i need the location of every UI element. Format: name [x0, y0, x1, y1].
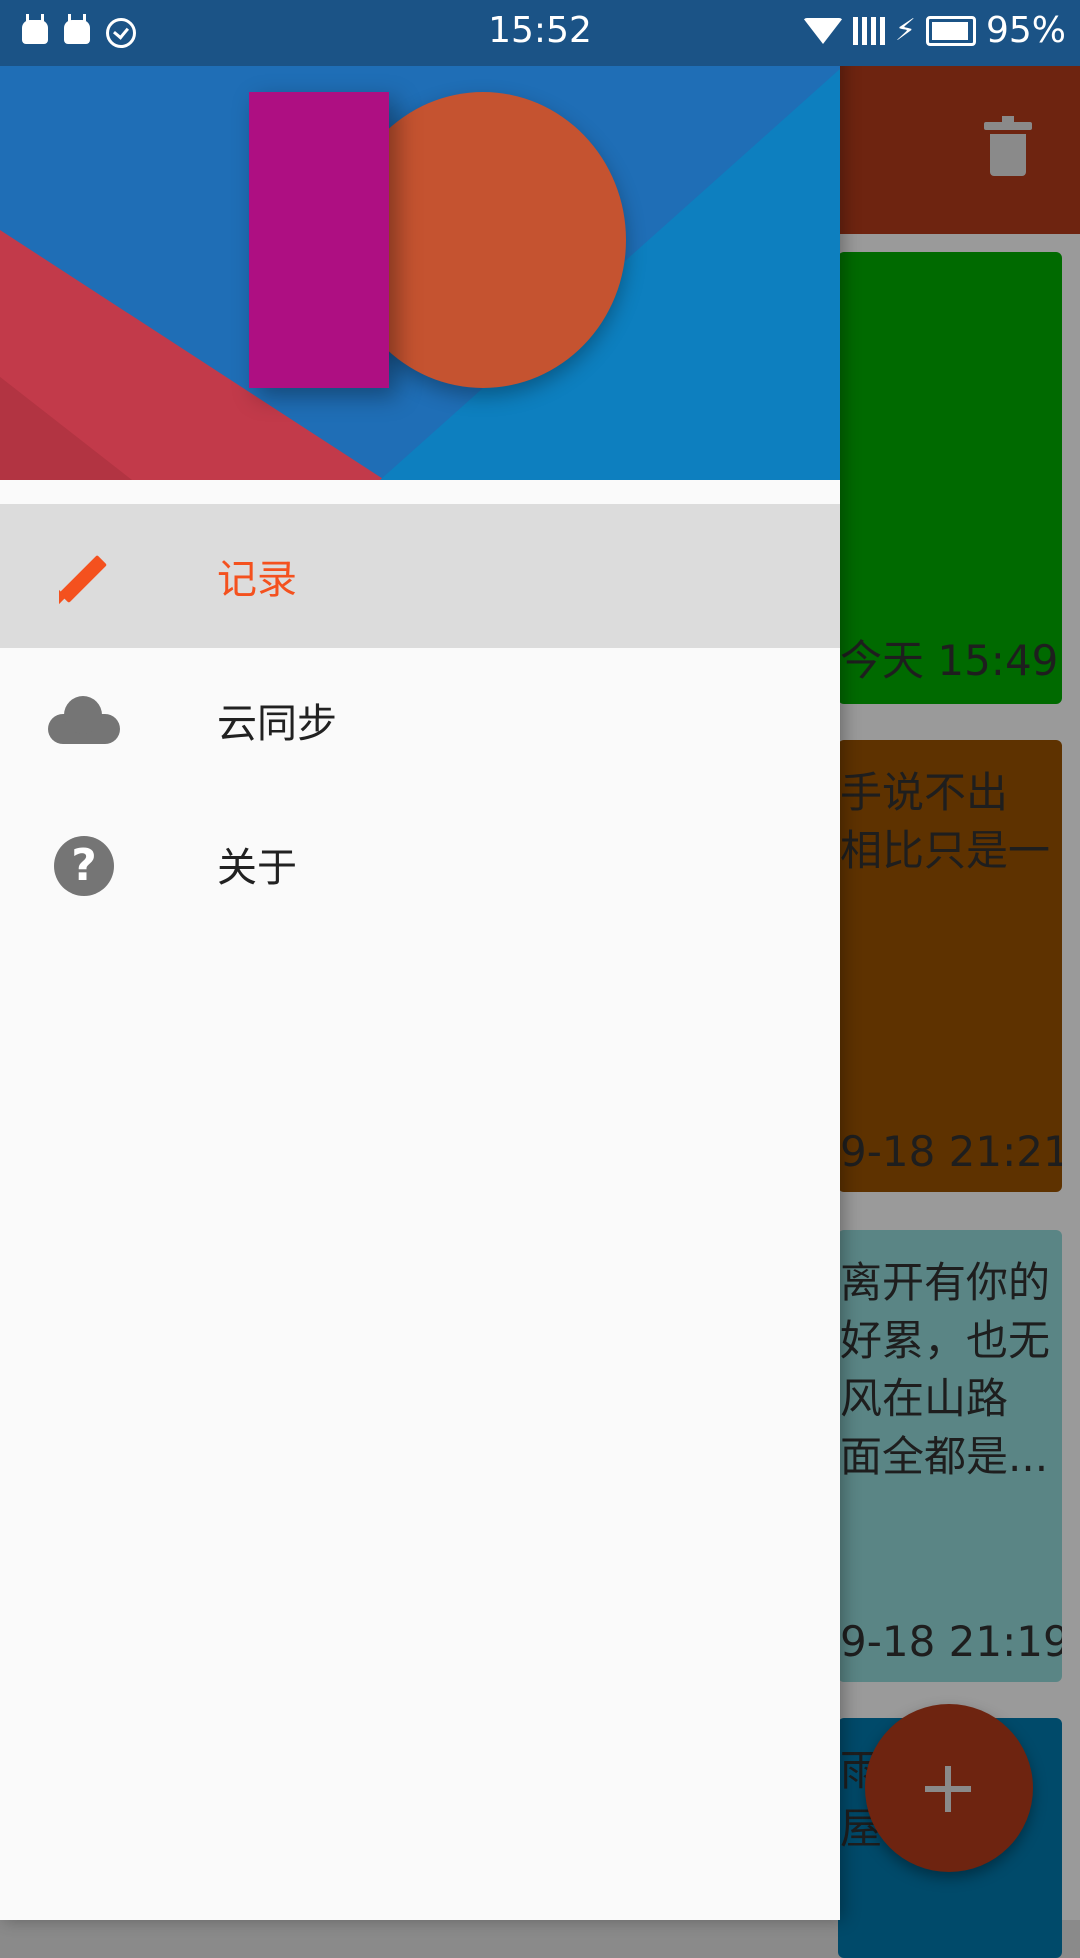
note-text: 离开有你的 好累，也无 风在山路 面全都是...: [840, 1258, 1051, 1481]
delete-icon[interactable]: [984, 116, 1032, 176]
pencil-icon: [48, 552, 120, 605]
note-text: 手说不出 相比只是一: [840, 768, 1051, 875]
menu-item-notes[interactable]: 记录: [0, 504, 840, 648]
wifi-icon: [802, 17, 843, 44]
drawer-menu: 记录 云同步 ? 关于: [0, 504, 840, 936]
menu-item-label: 记录: [217, 557, 297, 603]
battery-percent: 95%: [985, 10, 1066, 51]
charging-icon: ⚡: [894, 13, 916, 48]
note-time: 今天 15:49: [840, 636, 1059, 685]
drawer-header-image: [0, 0, 840, 480]
battery-icon: [925, 15, 976, 46]
navigation-drawer: 记录 云同步 ? 关于: [0, 0, 840, 1920]
note-card[interactable]: 手说不出 相比只是一 9-18 21:21: [838, 740, 1062, 1192]
help-icon: ?: [48, 836, 120, 896]
menu-item-cloud-sync[interactable]: 云同步: [0, 648, 840, 792]
note-card[interactable]: 离开有你的 好累，也无 风在山路 面全都是... 9-18 21:19: [838, 1230, 1062, 1682]
menu-item-label: 云同步: [217, 701, 337, 747]
menu-item-about[interactable]: ? 关于: [0, 792, 840, 936]
signal-icon: [852, 16, 885, 45]
note-card[interactable]: 今天 15:49: [838, 252, 1062, 704]
note-time: 9-18 21:21: [840, 1127, 1062, 1176]
note-time: 9-18 21:19: [840, 1617, 1062, 1666]
cloud-icon: [48, 696, 120, 744]
menu-item-label: 关于: [217, 845, 297, 891]
status-bar: 15:52 ⚡ 95%: [0, 0, 1080, 66]
add-note-button[interactable]: [865, 1704, 1033, 1872]
